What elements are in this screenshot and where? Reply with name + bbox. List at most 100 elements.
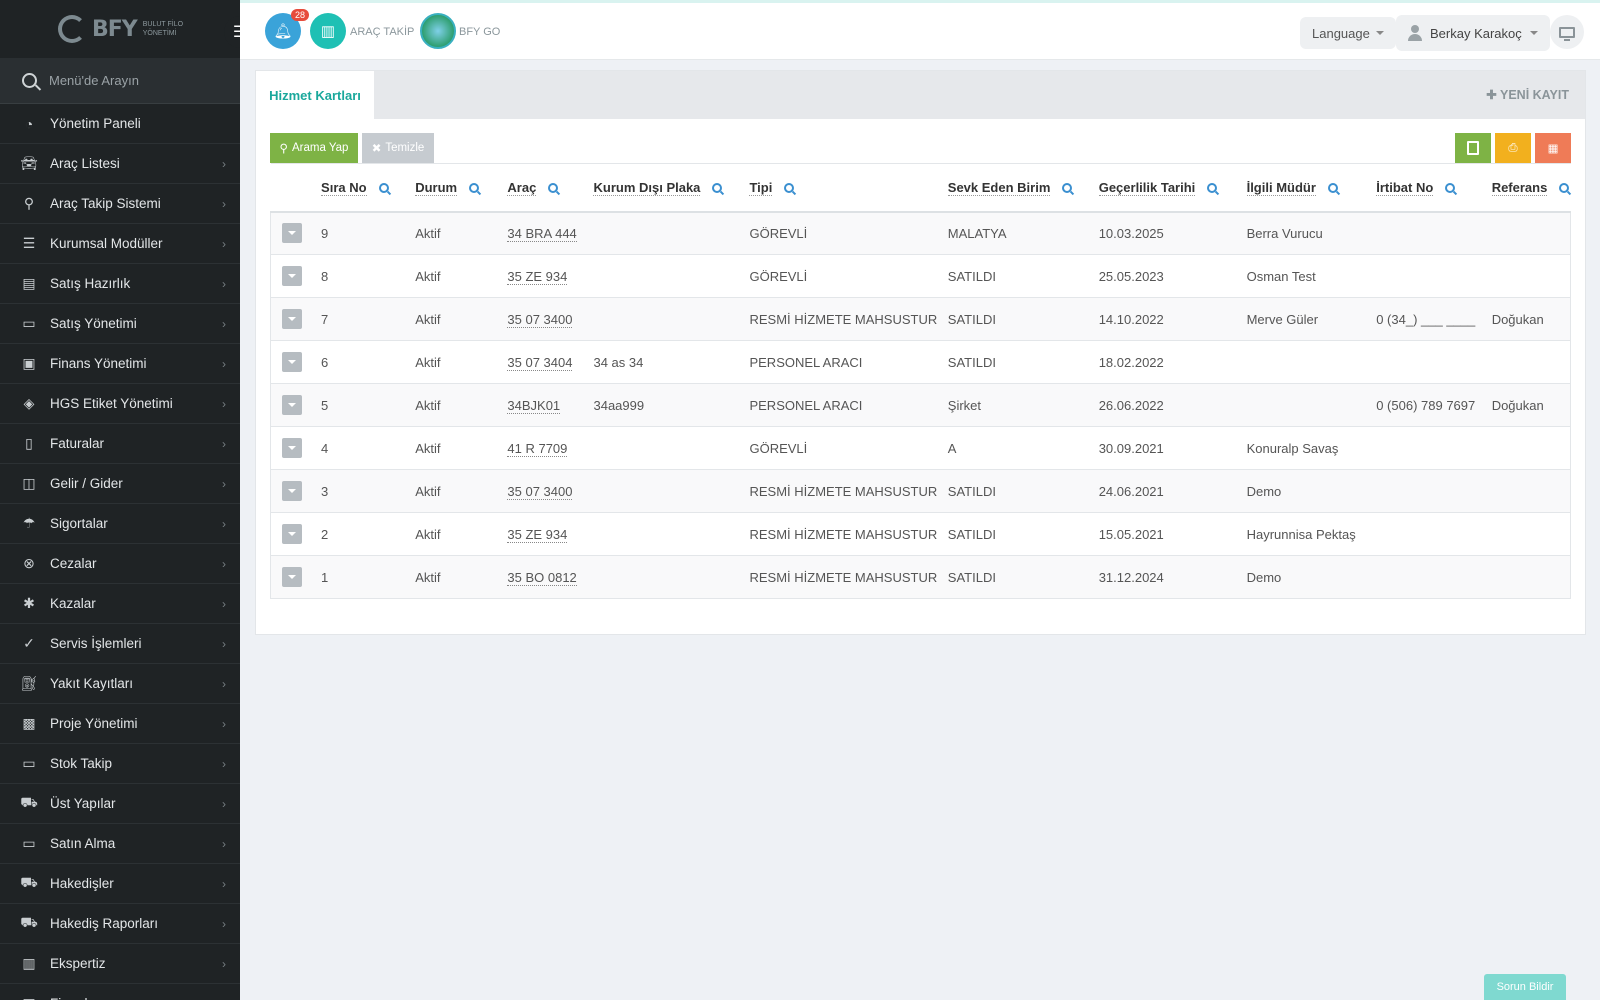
expand-row-button[interactable]	[282, 524, 302, 544]
search-button[interactable]: ⚲ Arama Yap	[270, 133, 358, 163]
vehicle-link[interactable]: 35 07 3400	[507, 311, 573, 328]
table-cell[interactable]: 35 ZE 934	[499, 254, 586, 298]
expand-row-button[interactable]	[282, 395, 302, 415]
table-row[interactable]: 8 Aktif 35 ZE 934 GÖREVLİ SATILDI 25.05.2023 O…	[270, 254, 1571, 298]
column-search-icon[interactable]	[469, 183, 480, 194]
column-search-icon[interactable]	[1445, 183, 1456, 194]
sidebar-item-9[interactable]: ◫ Gelir / Gider ›	[0, 464, 240, 504]
table-cell[interactable]: 35 07 3404	[499, 340, 586, 384]
column-header[interactable]: Araç	[499, 163, 586, 213]
menu-search[interactable]: Menü'de Arayın	[0, 58, 240, 104]
sidebar-item-2[interactable]: ⚲ Araç Takip Sistemi ›	[0, 184, 240, 224]
vehicle-link[interactable]: 35 07 3404	[507, 354, 573, 371]
language-dropdown[interactable]: Language	[1300, 17, 1396, 49]
table-cell[interactable]: 35 BO 0812	[499, 555, 586, 599]
table-row[interactable]: 9 Aktif 34 BRA 444 GÖREVLİ MALATYA 10.03.2025…	[270, 211, 1571, 255]
column-search-icon[interactable]	[1327, 183, 1338, 194]
vehicle-link[interactable]: 34 BRA 444	[507, 225, 577, 242]
sidebar-item-1[interactable]: 🚘︎ Araç Listesi ›	[0, 144, 240, 184]
vehicle-link[interactable]: 34BJK01	[507, 397, 561, 414]
sidebar-item-22[interactable]: ▦ Firmalar ›	[0, 984, 240, 1000]
column-header[interactable]: İrtibat No	[1368, 163, 1484, 213]
table-row[interactable]: 4 Aktif 41 R 7709 GÖREVLİ A 30.09.2021 Konural…	[270, 426, 1571, 470]
table-cell[interactable]: 35 07 3400	[499, 297, 586, 341]
arac-takip-button[interactable]: ▥	[310, 13, 346, 49]
brand-logo[interactable]: BFY BULUT FİLO YÖNETİMİ	[58, 15, 193, 43]
table-row[interactable]: 2 Aktif 35 ZE 934 RESMİ HİZMETE MAHSUSTUR SA…	[270, 512, 1571, 556]
sidebar-item-11[interactable]: ⊗ Cezalar ›	[0, 544, 240, 584]
column-search-icon[interactable]	[1559, 183, 1570, 194]
sidebar-item-6[interactable]: ▣ Finans Yönetimi ›	[0, 344, 240, 384]
print-button[interactable]: ⎙	[1495, 133, 1531, 163]
column-search-icon[interactable]	[712, 183, 723, 194]
column-header[interactable]: Kurum Dışı Plaka	[585, 163, 742, 213]
report-issue-button[interactable]: Sorun Bildir	[1484, 974, 1566, 1000]
expand-row-button[interactable]	[282, 438, 302, 458]
expand-row-button[interactable]	[282, 567, 302, 587]
expand-row-button[interactable]	[282, 309, 302, 329]
sidebar-item-7[interactable]: ◈ HGS Etiket Yönetimi ›	[0, 384, 240, 424]
column-search-icon[interactable]	[548, 183, 559, 194]
table-cell[interactable]: 34 BRA 444	[499, 211, 586, 255]
user-menu[interactable]: Berkay Karakoç	[1396, 15, 1550, 51]
column-search-icon[interactable]	[1062, 183, 1073, 194]
sidebar-item-21[interactable]: ▥ Ekspertiz ›	[0, 944, 240, 984]
column-search-icon[interactable]	[378, 183, 389, 194]
sidebar-item-10[interactable]: ☂ Sigortalar ›	[0, 504, 240, 544]
table-cell[interactable]: 35 07 3400	[499, 469, 586, 513]
vehicle-link[interactable]: 35 BO 0812	[507, 569, 577, 586]
sidebar-item-16[interactable]: ▭ Stok Takip ›	[0, 744, 240, 784]
columns-button[interactable]: ▦	[1535, 133, 1571, 163]
sidebar-item-14[interactable]: ⛽︎ Yakıt Kayıtları ›	[0, 664, 240, 704]
vehicle-link[interactable]: 35 07 3400	[507, 483, 573, 500]
column-header[interactable]: Tipi	[741, 163, 940, 213]
sidebar-item-13[interactable]: ✓ Servis İşlemleri ›	[0, 624, 240, 664]
fullscreen-button[interactable]	[1550, 15, 1584, 49]
clear-button[interactable]: ✖ Temizle	[362, 133, 434, 163]
sidebar-item-17[interactable]: ⛟ Üst Yapılar ›	[0, 784, 240, 824]
tab-hizmet-kartlari[interactable]: Hizmet Kartları	[256, 71, 374, 119]
new-record-button[interactable]: ✚ YENİ KAYIT	[1486, 87, 1569, 102]
menu-toggle-button[interactable]: ☰	[224, 16, 240, 48]
column-header[interactable]: Geçerlilik Tarihi	[1090, 163, 1239, 213]
table-row[interactable]: 7 Aktif 35 07 3400 RESMİ HİZMETE MAHSUSTUR S…	[270, 297, 1571, 341]
sidebar-item-8[interactable]: ▯ Faturalar ›	[0, 424, 240, 464]
table-cell[interactable]: 41 R 7709	[499, 426, 586, 470]
sidebar-item-20[interactable]: ⛟ Hakediş Raporları ›	[0, 904, 240, 944]
arac-takip-label[interactable]: ARAÇ TAKİP	[350, 26, 414, 38]
column-header[interactable]: Sıra No	[313, 163, 408, 213]
export-excel-button[interactable]	[1455, 133, 1491, 163]
bfy-go-button[interactable]	[420, 13, 456, 49]
expand-row-button[interactable]	[282, 352, 302, 372]
sidebar-item-18[interactable]: ▭ Satın Alma ›	[0, 824, 240, 864]
sidebar-item-15[interactable]: ▩ Proje Yönetimi ›	[0, 704, 240, 744]
vehicle-link[interactable]: 35 ZE 934	[507, 268, 568, 285]
column-search-icon[interactable]	[1207, 183, 1218, 194]
vehicle-link[interactable]: 41 R 7709	[507, 440, 568, 457]
sidebar-item-4[interactable]: ▤ Satış Hazırlık ›	[0, 264, 240, 304]
vehicle-link[interactable]: 35 ZE 934	[507, 526, 568, 543]
table-row[interactable]: 1 Aktif 35 BO 0812 RESMİ HİZMETE MAHSUSTUR S…	[270, 555, 1571, 599]
expand-row-button[interactable]	[282, 223, 302, 244]
sidebar-item-12[interactable]: ✱ Kazalar ›	[0, 584, 240, 624]
table-row[interactable]: 6 Aktif 35 07 3404 34 as 34 PERSONEL ARACI SA…	[270, 340, 1571, 384]
sidebar-item-5[interactable]: ▭ Satış Yönetimi ›	[0, 304, 240, 344]
table-cell[interactable]: 34BJK01	[499, 383, 586, 427]
menu-search-input[interactable]: Menü'de Arayın	[49, 73, 139, 88]
table-row[interactable]: 5 Aktif 34BJK01 34aa999 PERSONEL ARACI Şirket…	[270, 383, 1571, 427]
column-search-icon[interactable]	[784, 183, 795, 194]
sidebar-item-19[interactable]: ⛟ Hakedişler ›	[0, 864, 240, 904]
sidebar-item-3[interactable]: ☰ Kurumsal Modüller ›	[0, 224, 240, 264]
table-row[interactable]: 3 Aktif 35 07 3400 RESMİ HİZMETE MAHSUSTUR S…	[270, 469, 1571, 513]
table-cell[interactable]: 35 ZE 934	[499, 512, 586, 556]
notifications-button[interactable]: 🔔︎ 28	[265, 9, 309, 49]
column-header[interactable]: Referans	[1483, 163, 1571, 213]
sidebar-item-0[interactable]: ◔ Yönetim Paneli	[0, 104, 240, 144]
bfy-go-label[interactable]: BFY GO	[459, 26, 500, 38]
expand-row-button[interactable]	[282, 481, 302, 501]
column-header[interactable]: Durum	[407, 163, 500, 213]
table-cell: Aktif	[407, 512, 500, 556]
expand-row-button[interactable]	[282, 266, 302, 286]
column-header[interactable]: İlgili Müdür	[1238, 163, 1369, 213]
column-header[interactable]: Sevk Eden Birim	[939, 163, 1091, 213]
